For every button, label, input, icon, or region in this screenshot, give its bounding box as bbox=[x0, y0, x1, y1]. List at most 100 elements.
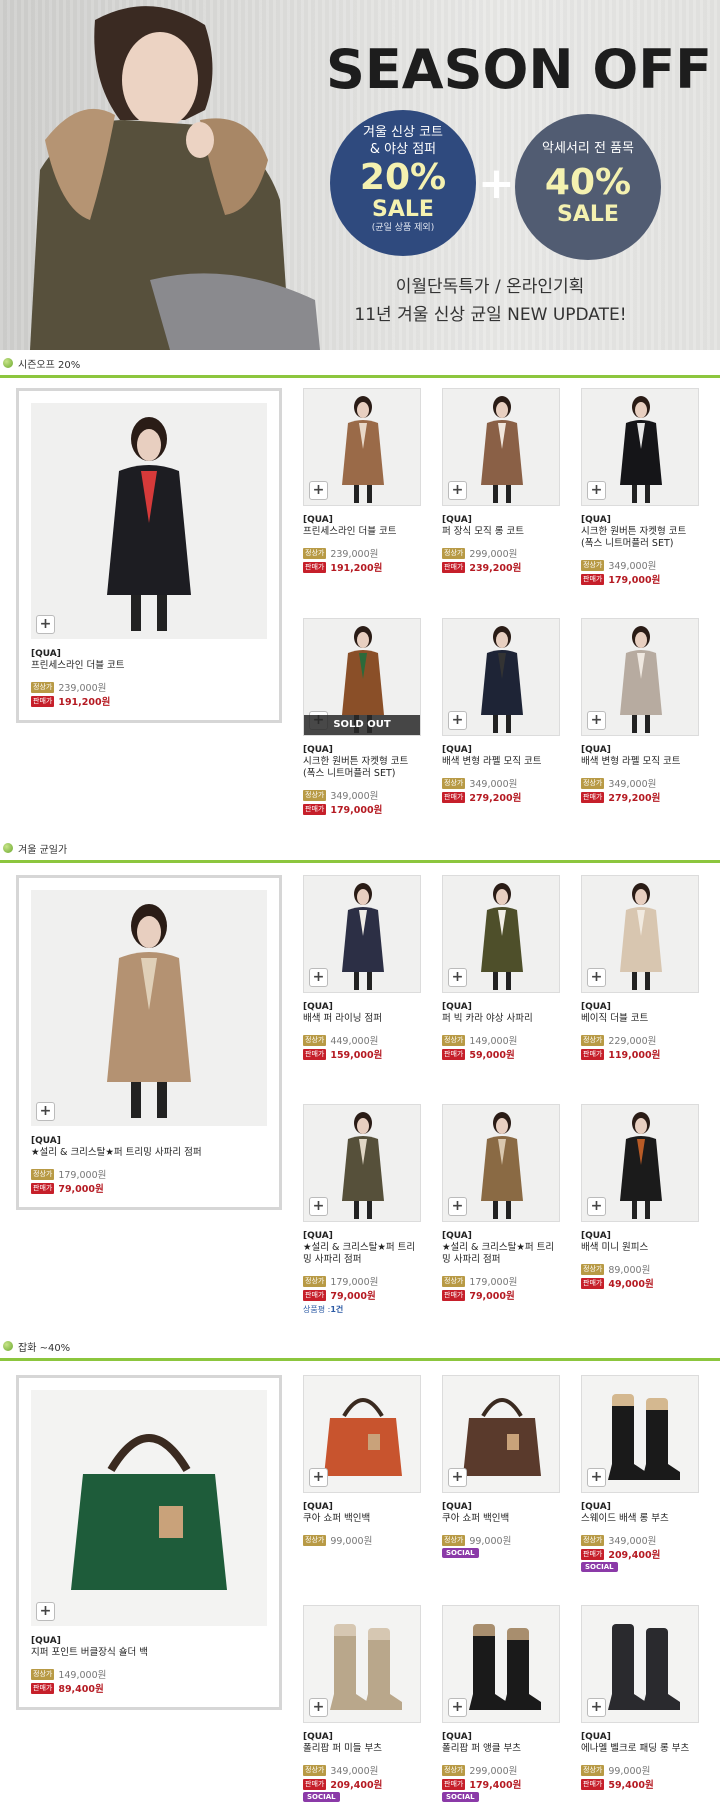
product-image[interactable]: + bbox=[581, 1375, 699, 1493]
product-card[interactable]: + [QUA] 퍼 장식 모직 롱 코트 정상가 299,000원 판매가 23… bbox=[442, 388, 560, 574]
zoom-icon[interactable]: + bbox=[448, 968, 467, 987]
zoom-icon[interactable]: + bbox=[309, 1197, 328, 1216]
product-name[interactable]: ★설리 & 크리스탈★퍼 트리밍 사파리 점퍼 bbox=[31, 1147, 202, 1159]
featured-product[interactable]: + [QUA] 프린세스라인 더블 코트 정상가 239,000원 판매가 19… bbox=[16, 388, 282, 723]
product-image[interactable]: + bbox=[442, 1375, 560, 1493]
product-name[interactable]: 폴리팝 퍼 미들 부츠 bbox=[303, 1743, 421, 1755]
zoom-icon[interactable]: + bbox=[36, 1602, 55, 1621]
product-image[interactable]: + bbox=[581, 875, 699, 993]
product-card[interactable]: + [QUA] 스웨이드 배색 롱 부츠 정상가 349,000원 판매가 20… bbox=[581, 1375, 699, 1572]
product-name[interactable]: 쿠아 쇼퍼 백인백 bbox=[442, 1513, 560, 1525]
product-image[interactable]: + bbox=[581, 1104, 699, 1222]
product-card[interactable]: + [QUA] 폴리팝 퍼 앵클 부츠 정상가 299,000원 판매가 179… bbox=[442, 1605, 560, 1802]
product-name[interactable]: ★설리 & 크리스탈★퍼 트리밍 사파리 점퍼 bbox=[303, 1242, 421, 1266]
product-name[interactable]: 프린세스라인 더블 코트 bbox=[31, 660, 124, 672]
product-image[interactable]: + bbox=[303, 1104, 421, 1222]
product-name[interactable]: 퍼 장식 모직 롱 코트 bbox=[442, 526, 560, 538]
zoom-icon[interactable]: + bbox=[309, 481, 328, 500]
review-value: 1건 bbox=[330, 1305, 344, 1314]
product-card[interactable]: + [QUA] 배색 변형 라펠 모직 코트 정상가 349,000원 판매가 … bbox=[442, 618, 560, 804]
product-image[interactable]: + bbox=[442, 388, 560, 506]
regular-price-tag: 정상가 bbox=[581, 559, 605, 571]
product-card[interactable]: + [QUA] 퍼 빅 카라 야상 사파리 정상가 149,000원 판매가 5… bbox=[442, 875, 560, 1061]
product-image[interactable]: + bbox=[442, 875, 560, 993]
product-name[interactable]: 프린세스라인 더블 코트 bbox=[303, 526, 421, 538]
product-name[interactable]: 폴리팝 퍼 앵클 부츠 bbox=[442, 1743, 560, 1755]
product-info: [QUA] 쿠아 쇼퍼 백인백 정상가 99,000원 bbox=[303, 1501, 421, 1547]
zoom-icon[interactable]: + bbox=[587, 1468, 606, 1487]
product-name[interactable]: 스웨이드 배색 롱 부츠 bbox=[581, 1513, 699, 1525]
featured-product-info: [QUA] 지퍼 포인트 버클장식 숄더 백 정상가 149,000원 판매가 … bbox=[31, 1635, 148, 1695]
zoom-icon[interactable]: + bbox=[36, 615, 55, 634]
product-image[interactable]: + bbox=[303, 1375, 421, 1493]
product-name[interactable]: 배색 변형 라펠 모직 코트 bbox=[442, 756, 560, 768]
zoom-icon[interactable]: + bbox=[448, 711, 467, 730]
product-card[interactable]: + [QUA] 배색 미니 원피스 정상가 89,000원 판매가 49,000… bbox=[581, 1104, 699, 1290]
product-card[interactable]: + [QUA] 시크한 원버튼 자켓형 코트 (폭스 니트머플러 SET) 정상… bbox=[581, 388, 699, 586]
product-card[interactable]: + [QUA] 쿠아 쇼퍼 백인백 정상가 99,000원 SOCIAL bbox=[442, 1375, 560, 1558]
product-info: [QUA] 폴리팝 퍼 앵클 부츠 정상가 299,000원 판매가 179,4… bbox=[442, 1731, 560, 1802]
product-image[interactable]: + bbox=[581, 1605, 699, 1723]
product-name[interactable]: 퍼 빅 카라 야상 사파리 bbox=[442, 1013, 560, 1025]
sale-price-row: 판매가 179,400원 bbox=[442, 1777, 560, 1791]
zoom-icon[interactable]: + bbox=[448, 1468, 467, 1487]
product-name[interactable]: ★설리 & 크리스탈★퍼 트리밍 사파리 점퍼 bbox=[442, 1242, 560, 1266]
product-card[interactable]: + [QUA] 쿠아 쇼퍼 백인백 정상가 99,000원 bbox=[303, 1375, 421, 1547]
zoom-icon[interactable]: + bbox=[587, 711, 606, 730]
product-card[interactable]: + [QUA] ★설리 & 크리스탈★퍼 트리밍 사파리 점퍼 정상가 179,… bbox=[442, 1104, 560, 1302]
featured-product[interactable]: + [QUA] 지퍼 포인트 버클장식 숄더 백 정상가 149,000원 판매… bbox=[16, 1375, 282, 1710]
product-image[interactable]: + bbox=[442, 618, 560, 736]
featured-product-image[interactable]: + bbox=[31, 403, 267, 639]
zoom-icon[interactable]: + bbox=[448, 1698, 467, 1717]
product-image[interactable]: + bbox=[303, 875, 421, 993]
product-card[interactable]: + [QUA] 배색 퍼 라이닝 점퍼 정상가 449,000원 판매가 159… bbox=[303, 875, 421, 1061]
featured-product-image[interactable]: + bbox=[31, 890, 267, 1126]
featured-product-image[interactable]: + bbox=[31, 1390, 267, 1626]
zoom-icon[interactable]: + bbox=[309, 1698, 328, 1717]
product-name[interactable]: 시크한 원버튼 자켓형 코트 (폭스 니트머플러 SET) bbox=[581, 526, 699, 550]
product-card[interactable]: +SOLD OUT [QUA] 시크한 원버튼 자켓형 코트 (폭스 니트머플러… bbox=[303, 618, 421, 816]
regular-price-tag: 정상가 bbox=[31, 1168, 55, 1180]
product-image[interactable]: + bbox=[303, 1605, 421, 1723]
section-bullet-icon bbox=[3, 843, 13, 853]
regular-price-row: 정상가 179,000원 bbox=[442, 1274, 560, 1288]
zoom-icon[interactable]: + bbox=[587, 1698, 606, 1717]
product-image[interactable]: + bbox=[581, 388, 699, 506]
sale-price-row: 판매가 279,200원 bbox=[442, 790, 560, 804]
hero-subtitle-2: 11년 겨울 신상 균일 NEW UPDATE! bbox=[354, 305, 627, 325]
sale-price: 159,000원 bbox=[330, 1050, 383, 1061]
product-card[interactable]: + [QUA] 배색 변형 라펠 모직 코트 정상가 349,000원 판매가 … bbox=[581, 618, 699, 804]
sale-price-row: 판매가 179,000원 bbox=[581, 572, 699, 586]
product-image[interactable]: + bbox=[303, 388, 421, 506]
zoom-icon[interactable]: + bbox=[587, 968, 606, 987]
zoom-icon[interactable]: + bbox=[448, 481, 467, 500]
zoom-icon[interactable]: + bbox=[587, 481, 606, 500]
product-card[interactable]: + [QUA] 폴리팝 퍼 미들 부츠 정상가 349,000원 판매가 209… bbox=[303, 1605, 421, 1802]
product-name[interactable]: 에나멜 벨크로 패딩 롱 부츠 bbox=[581, 1743, 699, 1755]
zoom-icon[interactable]: + bbox=[587, 1197, 606, 1216]
product-card[interactable]: + [QUA] 프린세스라인 더블 코트 정상가 239,000원 판매가 19… bbox=[303, 388, 421, 574]
zoom-icon[interactable]: + bbox=[448, 1197, 467, 1216]
zoom-icon[interactable]: + bbox=[309, 968, 328, 987]
product-image[interactable]: +SOLD OUT bbox=[303, 618, 421, 736]
featured-product[interactable]: + [QUA] ★설리 & 크리스탈★퍼 트리밍 사파리 점퍼 정상가 179,… bbox=[16, 875, 282, 1210]
product-image[interactable]: + bbox=[442, 1605, 560, 1723]
product-image[interactable]: + bbox=[581, 618, 699, 736]
product-name[interactable]: 시크한 원버튼 자켓형 코트 (폭스 니트머플러 SET) bbox=[303, 756, 421, 780]
product-card[interactable]: + [QUA] 베이직 더블 코트 정상가 229,000원 판매가 119,0… bbox=[581, 875, 699, 1061]
product-name[interactable]: 베이직 더블 코트 bbox=[581, 1013, 699, 1025]
product-info: [QUA] 쿠아 쇼퍼 백인백 정상가 99,000원 SOCIAL bbox=[442, 1501, 560, 1558]
price-block: 정상가 99,000원 bbox=[442, 1533, 560, 1547]
product-name[interactable]: 배색 퍼 라이닝 점퍼 bbox=[303, 1013, 421, 1025]
product-card[interactable]: + [QUA] 에나멜 벨크로 패딩 롱 부츠 정상가 99,000원 판매가 … bbox=[581, 1605, 699, 1791]
regular-price-row: 정상가 99,000원 bbox=[581, 1763, 699, 1777]
zoom-icon[interactable]: + bbox=[36, 1102, 55, 1121]
product-name[interactable]: 지퍼 포인트 버클장식 숄더 백 bbox=[31, 1647, 148, 1659]
product-image[interactable]: + bbox=[442, 1104, 560, 1222]
product-name[interactable]: 쿠아 쇼퍼 백인백 bbox=[303, 1513, 421, 1525]
product-name[interactable]: 배색 변형 라펠 모직 코트 bbox=[581, 756, 699, 768]
product-card[interactable]: + [QUA] ★설리 & 크리스탈★퍼 트리밍 사파리 점퍼 정상가 179,… bbox=[303, 1104, 421, 1315]
review-count[interactable]: 상품평 :1건 bbox=[303, 1304, 421, 1315]
product-name[interactable]: 배색 미니 원피스 bbox=[581, 1242, 699, 1254]
zoom-icon[interactable]: + bbox=[309, 1468, 328, 1487]
